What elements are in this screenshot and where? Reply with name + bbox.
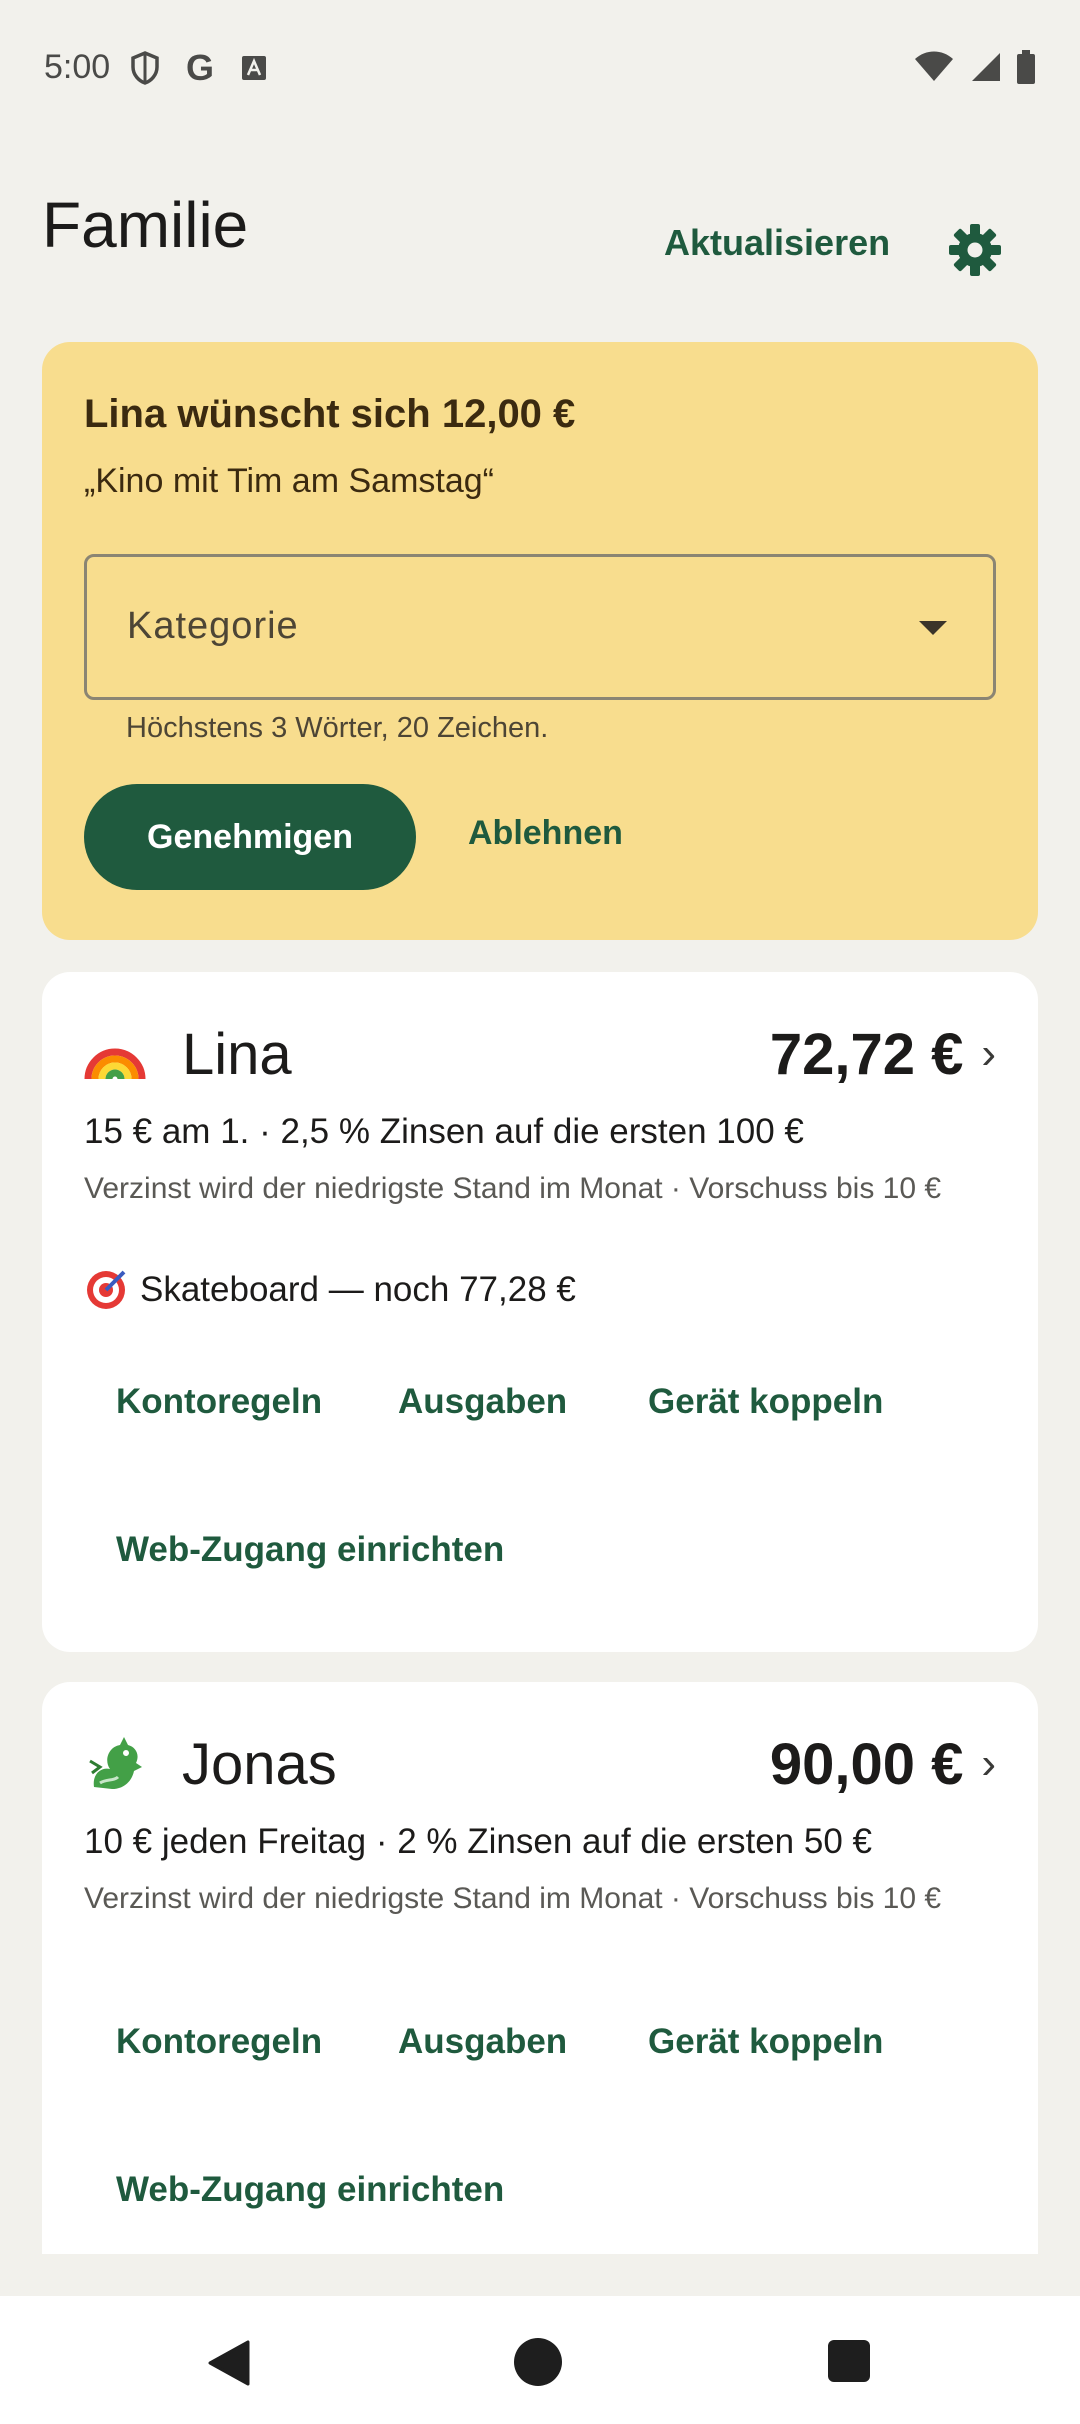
child-interest-note: Verzinst wird der niedrigste Stand im Mo… xyxy=(84,1882,942,1915)
child-header[interactable]: Jonas 90,00 € › xyxy=(84,1724,996,1804)
category-dropdown[interactable]: Kategorie xyxy=(84,554,996,700)
signal-icon xyxy=(968,51,1002,83)
refresh-button[interactable]: Aktualisieren xyxy=(664,222,890,264)
child-goal-text: Skateboard — noch 77,28 € xyxy=(140,1270,576,1309)
child-balance: 90,00 € xyxy=(769,1731,964,1797)
account-rules-button[interactable]: Kontoregeln xyxy=(116,2022,322,2062)
back-icon[interactable] xyxy=(206,2340,252,2391)
web-access-button[interactable]: Web-Zugang einrichten xyxy=(116,1530,504,1570)
dragon-icon xyxy=(84,1733,154,1795)
child-goal: Skateboard — noch 77,28 € xyxy=(84,1268,576,1312)
approve-button[interactable]: Genehmigen xyxy=(84,784,416,890)
child-interest-note: Verzinst wird der niedrigste Stand im Mo… xyxy=(84,1172,942,1205)
reject-button[interactable]: Ablehnen xyxy=(468,814,623,853)
rainbow-icon xyxy=(84,1023,154,1085)
child-name: Lina xyxy=(182,1021,292,1087)
home-icon[interactable] xyxy=(514,2338,562,2386)
shield-icon xyxy=(130,51,160,85)
chevron-right-icon: › xyxy=(981,1029,996,1078)
child-card-jonas: Jonas 90,00 € › 10 € jeden Freitag · 2 %… xyxy=(42,1682,1038,2254)
pair-device-button[interactable]: Gerät koppeln xyxy=(648,2022,883,2062)
child-card-lina: Lina 72,72 € › 15 € am 1. · 2,5 % Zinsen… xyxy=(42,972,1038,1652)
gear-icon xyxy=(947,222,1003,281)
page-title: Familie xyxy=(42,189,249,261)
wifi-icon xyxy=(914,51,954,83)
status-time: 5:00 xyxy=(44,48,111,86)
pair-device-button[interactable]: Gerät koppeln xyxy=(648,1382,883,1422)
child-balance: 72,72 € xyxy=(769,1021,964,1087)
request-quote: „Kino mit Tim am Samstag“ xyxy=(84,462,494,500)
settings-button[interactable] xyxy=(940,216,1010,286)
battery-icon xyxy=(1016,50,1036,84)
expenses-button[interactable]: Ausgaben xyxy=(398,1382,567,1422)
google-icon: G xyxy=(186,47,215,88)
text-icon xyxy=(240,54,268,82)
web-access-button[interactable]: Web-Zugang einrichten xyxy=(116,2170,504,2210)
child-name: Jonas xyxy=(182,1731,337,1797)
chevron-right-icon: › xyxy=(981,1739,996,1788)
target-icon xyxy=(84,1268,128,1312)
recents-icon[interactable] xyxy=(828,2340,870,2382)
status-bar: 5:00 G xyxy=(0,0,1080,140)
request-card: Lina wünscht sich 12,00 € „Kino mit Tim … xyxy=(42,342,1038,940)
dropdown-arrow-icon xyxy=(919,621,947,635)
child-header[interactable]: Lina 72,72 € › xyxy=(84,1014,996,1094)
status-icons-left: G xyxy=(130,50,268,86)
account-rules-button[interactable]: Kontoregeln xyxy=(116,1382,322,1422)
child-rules: 10 € jeden Freitag · 2 % Zinsen auf die … xyxy=(84,1822,872,1861)
expenses-button[interactable]: Ausgaben xyxy=(398,2022,567,2062)
request-title: Lina wünscht sich 12,00 € xyxy=(84,392,576,436)
category-placeholder: Kategorie xyxy=(127,605,299,647)
system-nav-bar xyxy=(0,2296,1080,2424)
category-helper-text: Höchstens 3 Wörter, 20 Zeichen. xyxy=(126,712,549,744)
child-rules: 15 € am 1. · 2,5 % Zinsen auf die ersten… xyxy=(84,1112,804,1151)
status-icons-right xyxy=(914,50,1036,84)
